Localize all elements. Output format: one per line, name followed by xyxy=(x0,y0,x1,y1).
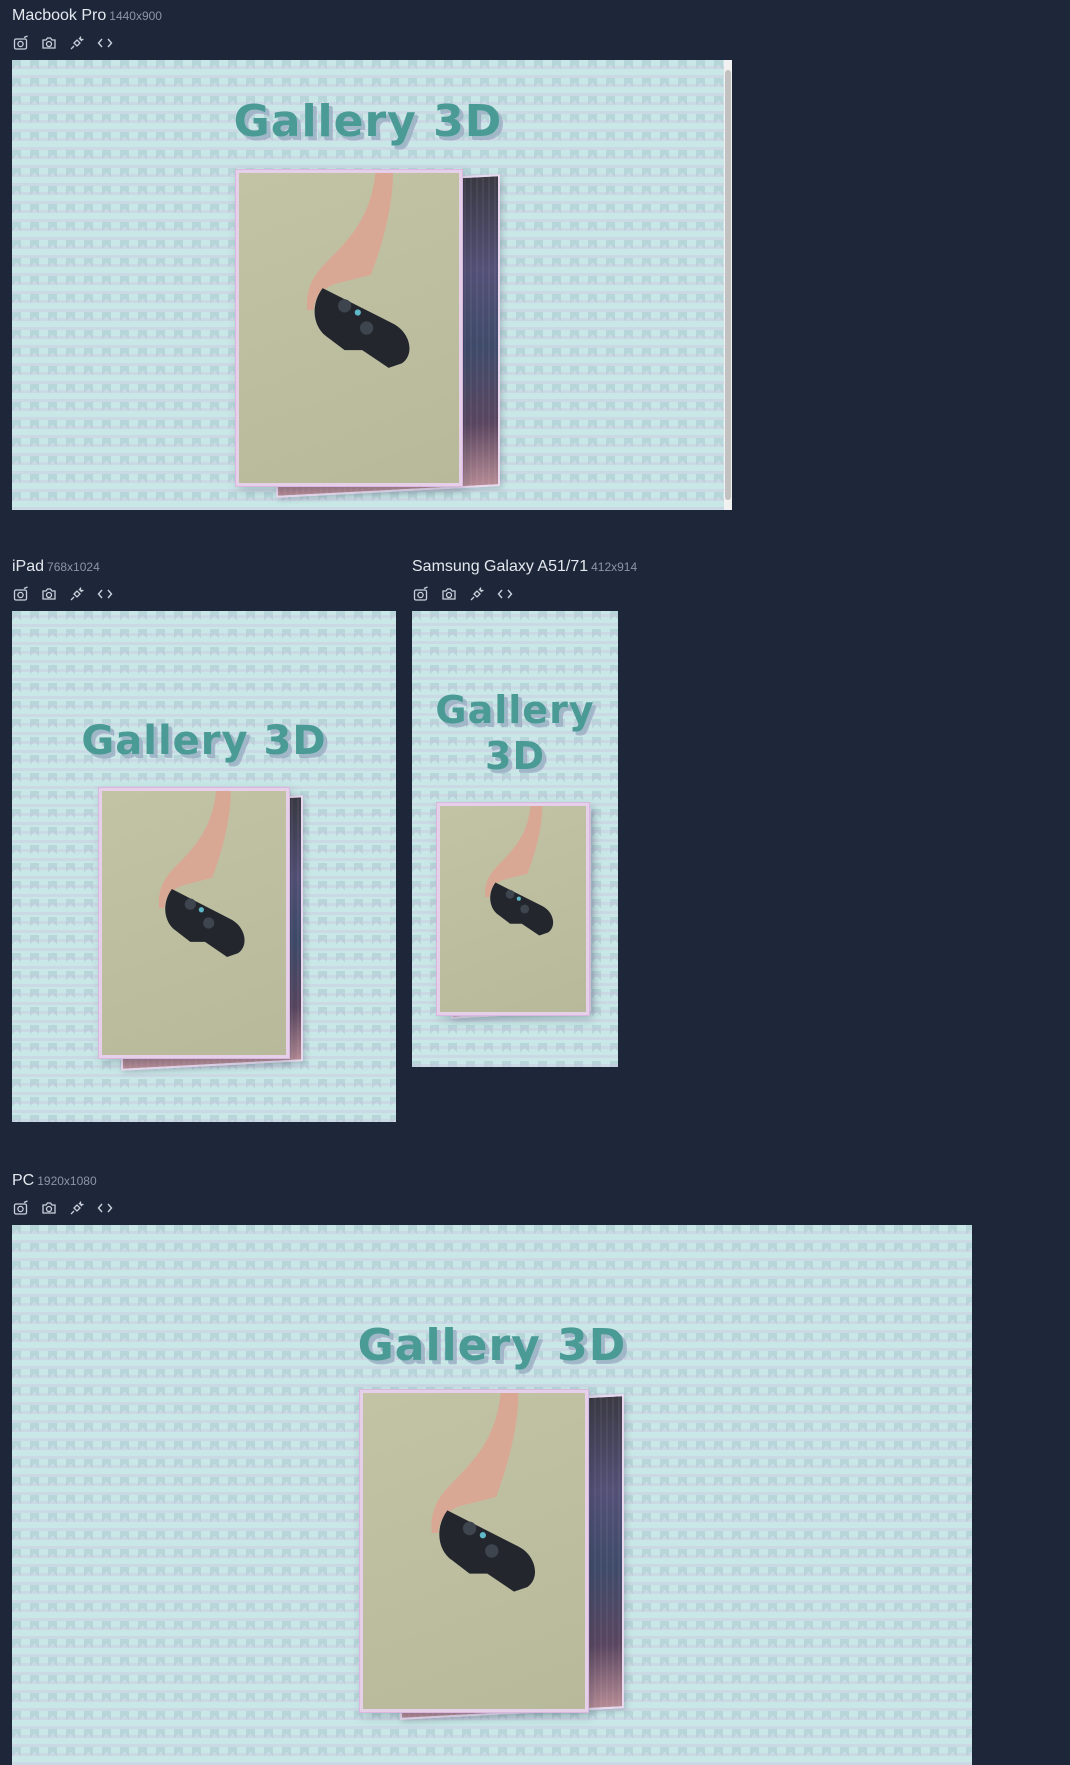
page-title: Gallery 3D xyxy=(233,96,503,147)
camera-icon[interactable] xyxy=(40,585,58,603)
controller-photo xyxy=(431,1393,536,1592)
device-name: PC xyxy=(12,1172,35,1189)
camera-icon[interactable] xyxy=(40,1199,58,1217)
camera-rotate-icon[interactable] xyxy=(12,1199,30,1217)
controller-photo xyxy=(158,791,245,957)
device-macbook-pro: Macbook Pro 1440x900 xyxy=(12,6,162,54)
page-title-line-1: Gallery xyxy=(435,688,595,732)
camera-rotate-icon[interactable] xyxy=(412,585,430,603)
page-title-line-2: 3D xyxy=(485,734,545,778)
device-resolution: 768x1024 xyxy=(47,560,100,574)
page-title: Gallery 3D xyxy=(357,1320,627,1371)
preview-frame-ipad[interactable]: Gallery 3D xyxy=(12,611,396,1122)
gallery-3d[interactable] xyxy=(236,170,500,500)
preview-frame-macbook-pro[interactable]: Gallery 3D xyxy=(12,60,732,510)
device-header: PC 1920x1080 xyxy=(12,1171,114,1191)
plug-icon[interactable] xyxy=(468,585,486,603)
device-name: iPad xyxy=(12,558,45,575)
scrollbar[interactable] xyxy=(724,60,732,510)
gallery-image-front[interactable] xyxy=(99,788,289,1058)
device-header: Macbook Pro 1440x900 xyxy=(12,6,162,26)
device-header: iPad 768x1024 xyxy=(12,557,114,577)
controller-photo xyxy=(485,806,554,936)
code-icon[interactable] xyxy=(96,34,114,52)
preview-frame-samsung-galaxy[interactable]: Gallery 3D xyxy=(412,611,618,1067)
device-name: Samsung Galaxy A51/71 xyxy=(412,558,589,575)
device-toolbar xyxy=(12,583,114,605)
gallery-3d[interactable] xyxy=(360,1390,624,1720)
gallery-image-front[interactable] xyxy=(360,1390,588,1712)
device-pc: PC 1920x1080 xyxy=(12,1171,114,1219)
scrollbar-thumb[interactable] xyxy=(725,70,731,500)
device-resolution: 1440x900 xyxy=(109,9,162,23)
device-resolution: 412x914 xyxy=(591,560,638,574)
device-samsung-galaxy: Samsung Galaxy A51/71 412x914 xyxy=(412,557,637,605)
code-icon[interactable] xyxy=(496,585,514,603)
preview-frame-pc[interactable]: Gallery 3D xyxy=(12,1225,972,1765)
gallery-3d[interactable] xyxy=(99,788,309,1078)
device-ipad: iPad 768x1024 xyxy=(12,557,114,605)
device-toolbar xyxy=(12,1197,114,1219)
gallery-image-front[interactable] xyxy=(437,803,589,1015)
device-resolution: 1920x1080 xyxy=(37,1174,97,1188)
page-title: Gallery 3D xyxy=(81,718,327,764)
camera-rotate-icon[interactable] xyxy=(12,34,30,52)
device-toolbar xyxy=(12,32,162,54)
page-title: Gallery 3D xyxy=(412,687,618,779)
plug-icon[interactable] xyxy=(68,585,86,603)
gallery-image-front[interactable] xyxy=(236,170,462,486)
device-name: Macbook Pro xyxy=(12,7,107,24)
camera-icon[interactable] xyxy=(40,34,58,52)
code-icon[interactable] xyxy=(96,1199,114,1217)
plug-icon[interactable] xyxy=(68,34,86,52)
gallery-3d[interactable] xyxy=(437,803,597,1023)
code-icon[interactable] xyxy=(96,585,114,603)
device-toolbar xyxy=(412,583,637,605)
plug-icon[interactable] xyxy=(68,1199,86,1217)
controller-photo xyxy=(306,173,410,368)
camera-rotate-icon[interactable] xyxy=(12,585,30,603)
device-header: Samsung Galaxy A51/71 412x914 xyxy=(412,557,637,577)
camera-icon[interactable] xyxy=(440,585,458,603)
